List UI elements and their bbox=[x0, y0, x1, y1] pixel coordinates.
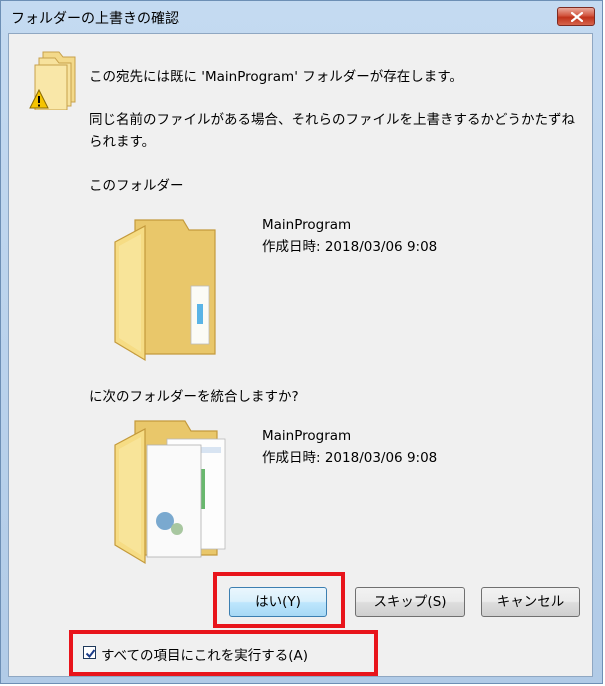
incoming-folder-date: 作成日時: 2018/03/06 9:08 bbox=[262, 450, 438, 466]
highlight-apply-to-all bbox=[69, 630, 378, 676]
highlight-yes-button bbox=[213, 572, 345, 628]
message-overwrite: 同じ名前のファイルがある場合、それらのファイルを上書きするかどうかたずねられます… bbox=[89, 112, 575, 150]
close-button[interactable] bbox=[557, 7, 595, 26]
window-title: フォルダーの上書きの確認 bbox=[11, 11, 179, 27]
folder-icon bbox=[114, 219, 216, 362]
skip-button[interactable]: スキップ(S) bbox=[355, 587, 465, 617]
message-exists: この宛先には既に 'MainProgram' フォルダーが存在します。 bbox=[89, 69, 463, 85]
existing-folder-name: MainProgram bbox=[262, 217, 352, 233]
existing-folder-label: このフォルダー bbox=[89, 178, 184, 194]
incoming-folder-name: MainProgram bbox=[262, 428, 352, 444]
merge-question-label: に次のフォルダーを統合しますか? bbox=[89, 389, 299, 405]
title-bar[interactable]: フォルダーの上書きの確認 bbox=[1, 1, 602, 34]
close-icon bbox=[571, 12, 583, 22]
folder-with-documents-icon bbox=[114, 420, 226, 565]
cancel-button[interactable]: キャンセル bbox=[481, 587, 580, 617]
existing-folder-date: 作成日時: 2018/03/06 9:08 bbox=[262, 239, 438, 255]
warning-folder-icon bbox=[29, 51, 76, 110]
